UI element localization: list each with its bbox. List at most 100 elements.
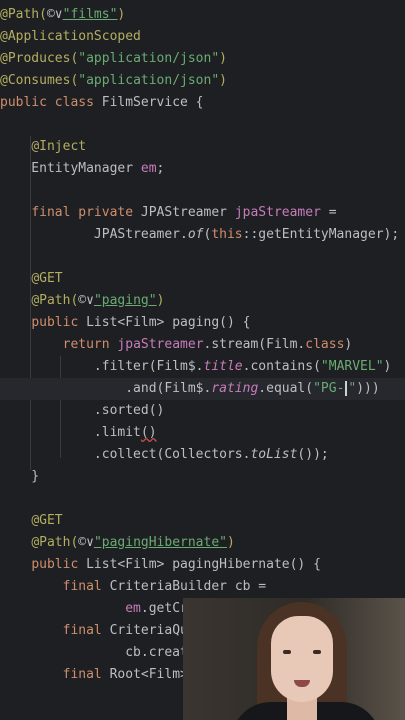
code-token: = [320,205,337,220]
code-token: @GET [31,513,63,528]
code-token: .stream(Film. [203,337,306,352]
code-line[interactable]: public List<Film> pagingHibernate() { [0,554,405,576]
current-code-line[interactable]: .and(Film$.rating.equal("PG- "))) [0,378,405,400]
url-hint-icon[interactable]: ©∨ [78,293,94,308]
code-token: public [31,315,87,330]
code-line[interactable]: public List<Film> paging() { [0,312,405,334]
code-token: @Produces( [0,51,79,66]
code-token: ; [156,161,165,176]
code-token: () [140,425,157,440]
code-line[interactable]: .sorted() [0,400,405,422]
code-token: jpaStreamer [117,337,204,352]
code-line[interactable]: @Inject [0,136,405,158]
code-line[interactable]: @GET [0,268,405,290]
code-token: "application/json" [78,73,220,88]
code-line[interactable] [0,488,405,510]
code-token: public [31,557,87,572]
code-line[interactable] [0,180,405,202]
code-token: .filter(Film$. [0,359,204,374]
code-token: @ApplicationScoped [0,29,141,44]
code-token: public class [0,95,102,110]
code-token: em [125,601,141,616]
code-token: final [62,667,110,682]
code-token: JPAStreamer. [0,227,188,242]
code-token: title [203,359,243,374]
code-token: "films" [62,7,118,22]
presenter-webcam [183,598,405,720]
url-hint-icon[interactable]: ©∨ [78,535,94,550]
code-line[interactable]: final CriteriaBuilder cb = [0,576,405,598]
code-line[interactable]: @Path(©∨"paging") [0,290,405,312]
code-token: ()); [297,447,329,462]
code-token: class [305,337,345,352]
code-token: ))) [356,381,380,396]
code-token: ) [344,337,353,352]
code-token: } [0,469,40,484]
code-token: ) [227,535,235,550]
code-line[interactable] [0,114,405,136]
code-token: CriteriaBuilder cb = [109,579,267,594]
code-token: toList [250,447,298,462]
code-line[interactable]: @GET [0,510,405,532]
code-token: rating [211,381,259,396]
code-token: @Path( [31,535,79,550]
code-line[interactable]: JPAStreamer.of(this::getEntityManager); [0,224,405,246]
code-token: Root<Film> [109,667,188,682]
code-token: "paging" [93,293,157,308]
code-token: @Path( [31,293,79,308]
code-token: return [62,337,118,352]
code-token: ) [219,73,227,88]
code-token: EntityManager [0,161,141,176]
code-line[interactable]: .collect(Collectors.toList()); [0,444,405,466]
code-token: JPAStreamer [140,205,235,220]
code-token: FilmService { [101,95,204,110]
code-token: "application/json" [78,51,220,66]
code-token: @Path( [0,7,47,22]
code-token: @GET [31,271,63,286]
code-token: .and(Film$. [0,381,212,396]
code-line[interactable]: } [0,466,405,488]
code-line[interactable]: return jpaStreamer.stream(Film.class) [0,334,405,356]
code-token: ) [219,51,227,66]
code-token: final private [31,205,141,220]
code-token: @Inject [31,139,87,154]
code-token: @Consumes( [0,73,79,88]
code-token: "MARVEL" [320,359,384,374]
code-line[interactable]: @Consumes("application/json") [0,70,405,92]
code-line[interactable]: .filter(Film$.title.contains("MARVEL") [0,356,405,378]
code-token: this [211,227,243,242]
code-token: List<Film> pagingHibernate() { [86,557,321,572]
code-token: .collect(Collectors. [0,447,251,462]
code-token: of [187,227,204,242]
code-token: .contains( [242,359,321,374]
code-line[interactable]: @Produces("application/json") [0,48,405,70]
code-line[interactable]: .limit() [0,422,405,444]
code-token: List<Film> paging() { [86,315,251,330]
code-line[interactable]: public class FilmService { [0,92,405,114]
code-line[interactable]: final private JPAStreamer jpaStreamer = [0,202,405,224]
code-token: "pagingHibernate" [93,535,227,550]
code-token: cb.create [0,645,196,660]
code-token: ) [117,7,126,22]
code-line[interactable]: @Path(©∨"films") [0,4,405,26]
code-token: .limit [0,425,141,440]
code-line[interactable]: @Path(©∨"pagingHibernate") [0,532,405,554]
url-hint-icon[interactable]: ©∨ [47,7,63,22]
code-line[interactable] [0,246,405,268]
code-line[interactable]: @ApplicationScoped [0,26,405,48]
code-line[interactable]: EntityManager em; [0,158,405,180]
code-token: ::getEntityManager); [242,227,400,242]
code-token: ) [156,293,165,308]
code-token: .sorted() [0,403,165,418]
